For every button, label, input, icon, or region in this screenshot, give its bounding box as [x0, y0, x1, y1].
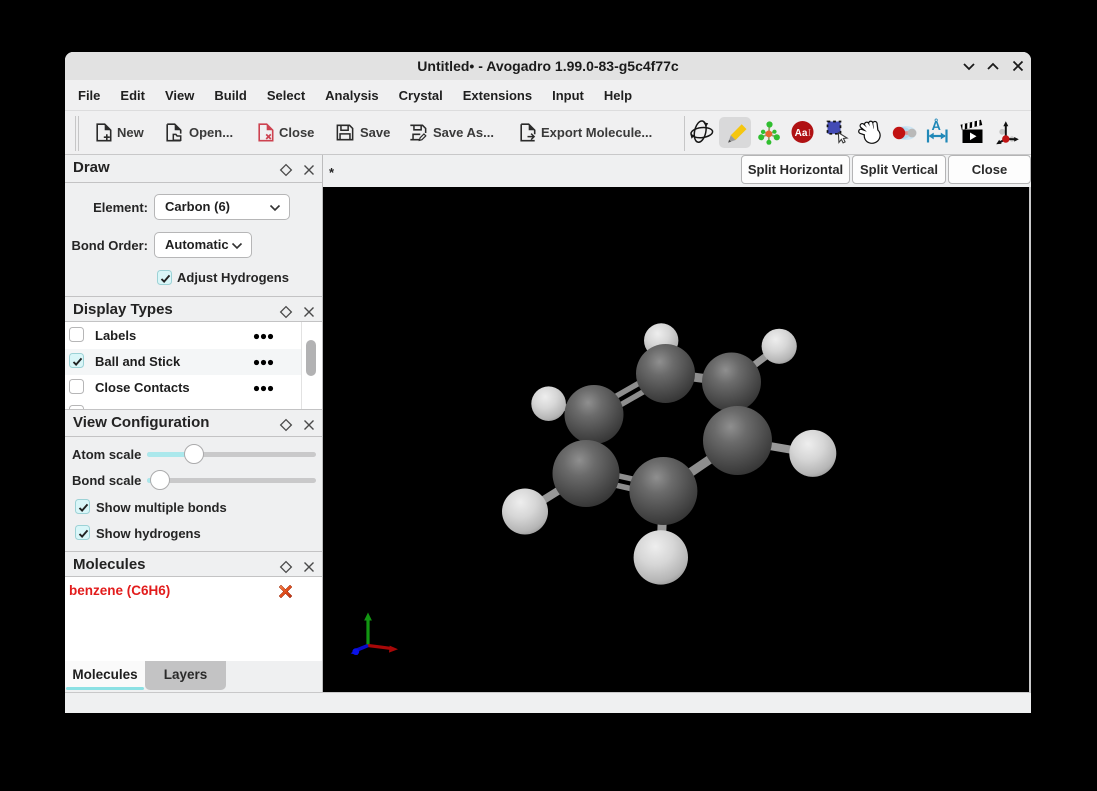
svg-text:Å: Å — [932, 118, 942, 133]
svg-text:Aa: Aa — [795, 128, 808, 139]
svg-text:I: I — [808, 127, 812, 139]
